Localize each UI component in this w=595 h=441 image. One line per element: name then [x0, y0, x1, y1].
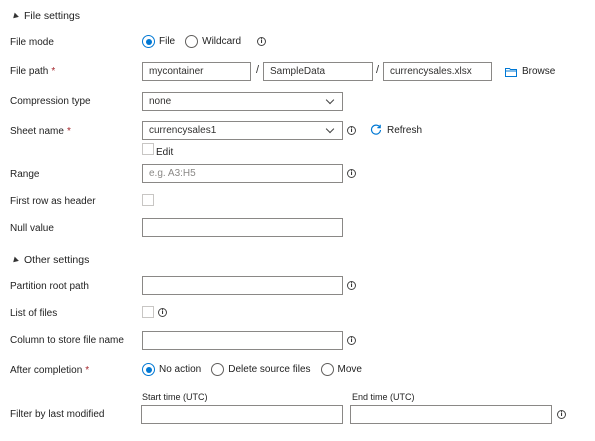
- partition-root-path-label: Partition root path: [10, 281, 89, 292]
- path-separator: /: [256, 64, 260, 76]
- file-path-file-input[interactable]: currencysales.xlsx: [383, 62, 492, 81]
- info-icon[interactable]: i: [158, 308, 167, 317]
- file-mode-label: File mode: [10, 37, 54, 48]
- folder-icon: [505, 67, 517, 77]
- info-icon[interactable]: i: [347, 336, 356, 345]
- chevron-down-icon: [325, 95, 335, 105]
- collapse-triangle-icon: [11, 256, 19, 264]
- radio-unselected[interactable]: [211, 363, 225, 376]
- range-label: Range: [10, 169, 40, 180]
- browse-button[interactable]: Browse: [505, 66, 555, 77]
- file-mode-radio-group: File Wildcard i: [142, 35, 267, 48]
- edit-toggle[interactable]: Edit: [142, 140, 173, 158]
- file-mode-option-file[interactable]: File: [142, 35, 175, 48]
- path-separator: /: [376, 64, 380, 76]
- list-of-files-label: List of files: [10, 308, 58, 319]
- start-time-label: Start time (UTC): [142, 392, 208, 402]
- chevron-down-icon: [325, 124, 335, 134]
- radio-unselected[interactable]: [320, 363, 334, 376]
- end-time-input[interactable]: [350, 405, 552, 424]
- file-path-container-input[interactable]: mycontainer: [142, 62, 251, 81]
- info-icon[interactable]: i: [347, 281, 356, 290]
- radio-selected[interactable]: [142, 35, 155, 48]
- collapse-triangle-icon: [11, 12, 19, 20]
- after-completion-option-no-action[interactable]: No action: [142, 363, 201, 376]
- info-icon[interactable]: i: [557, 410, 566, 419]
- end-time-label: End time (UTC): [352, 392, 415, 402]
- after-completion-radio-group: No action Delete source files Move: [142, 363, 372, 376]
- start-time-input[interactable]: [141, 405, 343, 424]
- sheet-name-select[interactable]: currencysales1: [142, 121, 343, 140]
- first-row-header-checkbox[interactable]: [142, 194, 154, 206]
- compression-type-select[interactable]: none: [142, 92, 343, 111]
- filter-last-modified-label: Filter by last modified: [10, 409, 105, 420]
- after-completion-option-move[interactable]: Move: [320, 363, 362, 376]
- column-file-name-input[interactable]: [142, 331, 343, 350]
- radio-selected[interactable]: [142, 363, 155, 376]
- edit-checkbox[interactable]: [142, 143, 154, 155]
- file-path-directory-input[interactable]: SampleData: [263, 62, 373, 81]
- radio-unselected[interactable]: [185, 35, 199, 48]
- sheet-name-label: Sheet name *: [10, 126, 71, 137]
- after-completion-option-delete[interactable]: Delete source files: [211, 363, 311, 376]
- after-completion-label: After completion *: [10, 365, 90, 376]
- first-row-header-label: First row as header: [10, 196, 96, 207]
- null-value-input[interactable]: [142, 218, 343, 237]
- column-file-name-label: Column to store file name: [10, 335, 124, 346]
- range-input[interactable]: e.g. A3:H5: [142, 164, 343, 183]
- list-of-files-checkbox[interactable]: [142, 306, 154, 318]
- section-title: Other settings: [24, 254, 90, 266]
- file-path-label: File path *: [10, 66, 56, 77]
- section-title: File settings: [24, 10, 81, 22]
- compression-type-label: Compression type: [10, 96, 91, 107]
- info-icon[interactable]: i: [347, 169, 356, 178]
- partition-root-path-input[interactable]: [142, 276, 343, 295]
- null-value-label: Null value: [10, 223, 54, 234]
- info-icon[interactable]: i: [257, 37, 267, 46]
- refresh-icon: [370, 124, 382, 135]
- refresh-button[interactable]: Refresh: [370, 124, 422, 136]
- info-icon[interactable]: i: [347, 126, 356, 135]
- other-settings-section-header[interactable]: Other settings: [11, 254, 90, 266]
- file-mode-option-wildcard[interactable]: Wildcard: [185, 35, 241, 48]
- file-settings-section-header[interactable]: File settings: [11, 10, 81, 22]
